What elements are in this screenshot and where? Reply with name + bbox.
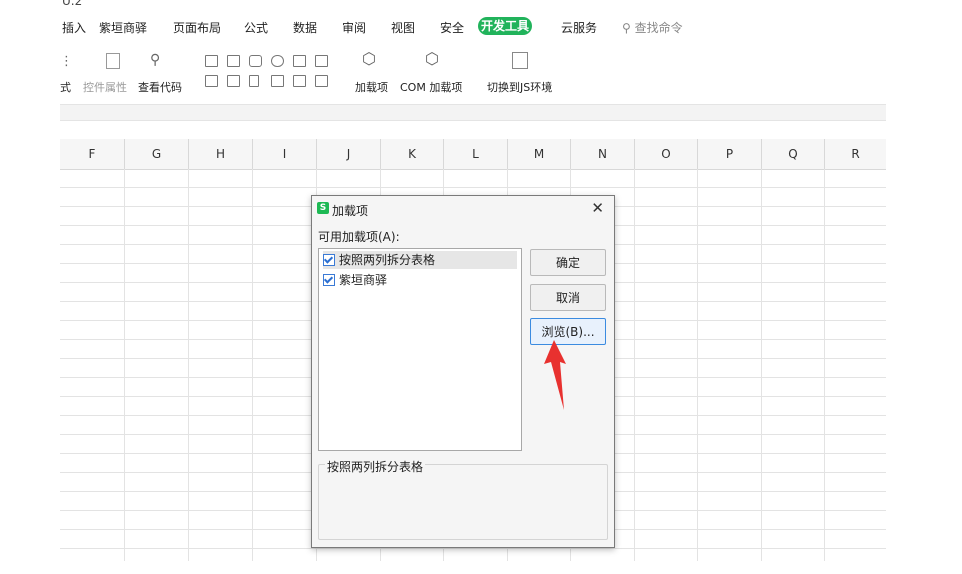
- ok-button[interactable]: 确定: [530, 249, 606, 276]
- add-ins-button[interactable]: 加载项: [355, 79, 388, 95]
- search-command[interactable]: ⚲ 查找命令: [622, 19, 683, 36]
- design-mode-fragment[interactable]: 式: [60, 79, 71, 95]
- checkbox-checked[interactable]: [323, 274, 335, 286]
- column-header-n[interactable]: N: [571, 139, 635, 170]
- dialog-title: 加载项: [332, 204, 369, 218]
- menu-ziyuan[interactable]: 紫垣商驿: [99, 19, 147, 36]
- list-item-label: 按照两列拆分表格: [339, 253, 436, 267]
- column-header-q[interactable]: Q: [762, 139, 825, 170]
- formula-bar-strip: [60, 104, 886, 121]
- toggle-control-icon[interactable]: [315, 75, 328, 87]
- search-command-label: 查找命令: [634, 21, 683, 35]
- add-ins-icon: ⬡: [362, 49, 376, 68]
- scrollbar-control-icon[interactable]: [249, 75, 259, 87]
- menu-developer-tools[interactable]: 开发工具: [478, 17, 532, 35]
- menu-review[interactable]: 审阅: [342, 19, 366, 36]
- frame-control-icon[interactable]: [205, 75, 218, 87]
- menu-data[interactable]: 数据: [293, 19, 317, 36]
- add-ins-listbox[interactable]: 按照两列拆分表格 紫垣商驿: [318, 248, 522, 451]
- listbox-control-icon[interactable]: [293, 55, 306, 67]
- column-header-p[interactable]: P: [698, 139, 762, 170]
- spin-control-icon[interactable]: [227, 75, 240, 87]
- button-control-icon[interactable]: [249, 55, 262, 67]
- column-header-f[interactable]: F: [60, 139, 125, 170]
- grid-column-line: [697, 169, 698, 561]
- grid-column-line: [252, 169, 253, 561]
- menu-cloud-service[interactable]: 云服务: [561, 19, 597, 36]
- cancel-button[interactable]: 取消: [530, 284, 606, 311]
- list-item-label: 紫垣商驿: [339, 273, 388, 287]
- menu-formula[interactable]: 公式: [244, 19, 268, 36]
- close-icon[interactable]: ✕: [591, 199, 604, 217]
- menu-security[interactable]: 安全: [440, 19, 464, 36]
- column-header-j[interactable]: J: [317, 139, 381, 170]
- column-header-m[interactable]: M: [508, 139, 571, 170]
- view-code-button[interactable]: 查看代码: [138, 79, 182, 95]
- column-header-l[interactable]: L: [444, 139, 508, 170]
- radio-control-icon[interactable]: [271, 55, 284, 67]
- checkbox-control-icon[interactable]: [205, 55, 218, 67]
- checkbox-checked[interactable]: [323, 254, 335, 266]
- combobox-control-icon[interactable]: [315, 55, 328, 67]
- list-item[interactable]: 按照两列拆分表格: [323, 251, 517, 269]
- grid-column-line: [124, 169, 125, 561]
- js-environment-icon: [512, 52, 528, 69]
- com-add-ins-icon: ⬡: [425, 49, 439, 68]
- view-code-icon: ⚲: [150, 52, 161, 68]
- menu-page-layout[interactable]: 页面布局: [173, 19, 221, 36]
- com-add-ins-button[interactable]: COM 加载项: [400, 79, 462, 95]
- menu-insert[interactable]: 插入: [62, 19, 86, 36]
- grid-column-line: [761, 169, 762, 561]
- menu-view[interactable]: 视图: [391, 19, 415, 36]
- image-control-icon[interactable]: [293, 75, 306, 87]
- window-title-fragment: U.2: [62, 0, 83, 8]
- column-header-r[interactable]: R: [825, 139, 886, 170]
- column-header-h[interactable]: H: [189, 139, 253, 170]
- design-mode-icon: ⋮: [60, 54, 73, 69]
- label-control-icon[interactable]: [271, 75, 284, 87]
- wps-logo-icon: S: [317, 202, 329, 214]
- grid-row-line: [60, 548, 886, 549]
- column-header-o[interactable]: O: [635, 139, 698, 170]
- column-header-g[interactable]: G: [125, 139, 189, 170]
- description-group: [318, 464, 608, 540]
- grid-column-line: [824, 169, 825, 561]
- control-properties-icon: [106, 53, 120, 69]
- search-icon: ⚲: [622, 21, 631, 35]
- switch-js-button[interactable]: 切换到JS环境: [487, 79, 552, 95]
- description-group-label: 按照两列拆分表格: [325, 458, 426, 475]
- grid-column-line: [634, 169, 635, 561]
- column-header-k[interactable]: K: [381, 139, 444, 170]
- list-item[interactable]: 紫垣商驿: [323, 271, 517, 289]
- red-arrow-annotation: [544, 340, 566, 410]
- control-properties-button[interactable]: 控件属性: [83, 79, 127, 95]
- arrow-shape: [544, 340, 566, 410]
- available-add-ins-label: 可用加载项(A):: [318, 230, 400, 244]
- textbox-control-icon[interactable]: [227, 55, 240, 67]
- column-header-i[interactable]: I: [253, 139, 317, 170]
- grid-column-line: [188, 169, 189, 561]
- grid-row-line: [60, 187, 886, 188]
